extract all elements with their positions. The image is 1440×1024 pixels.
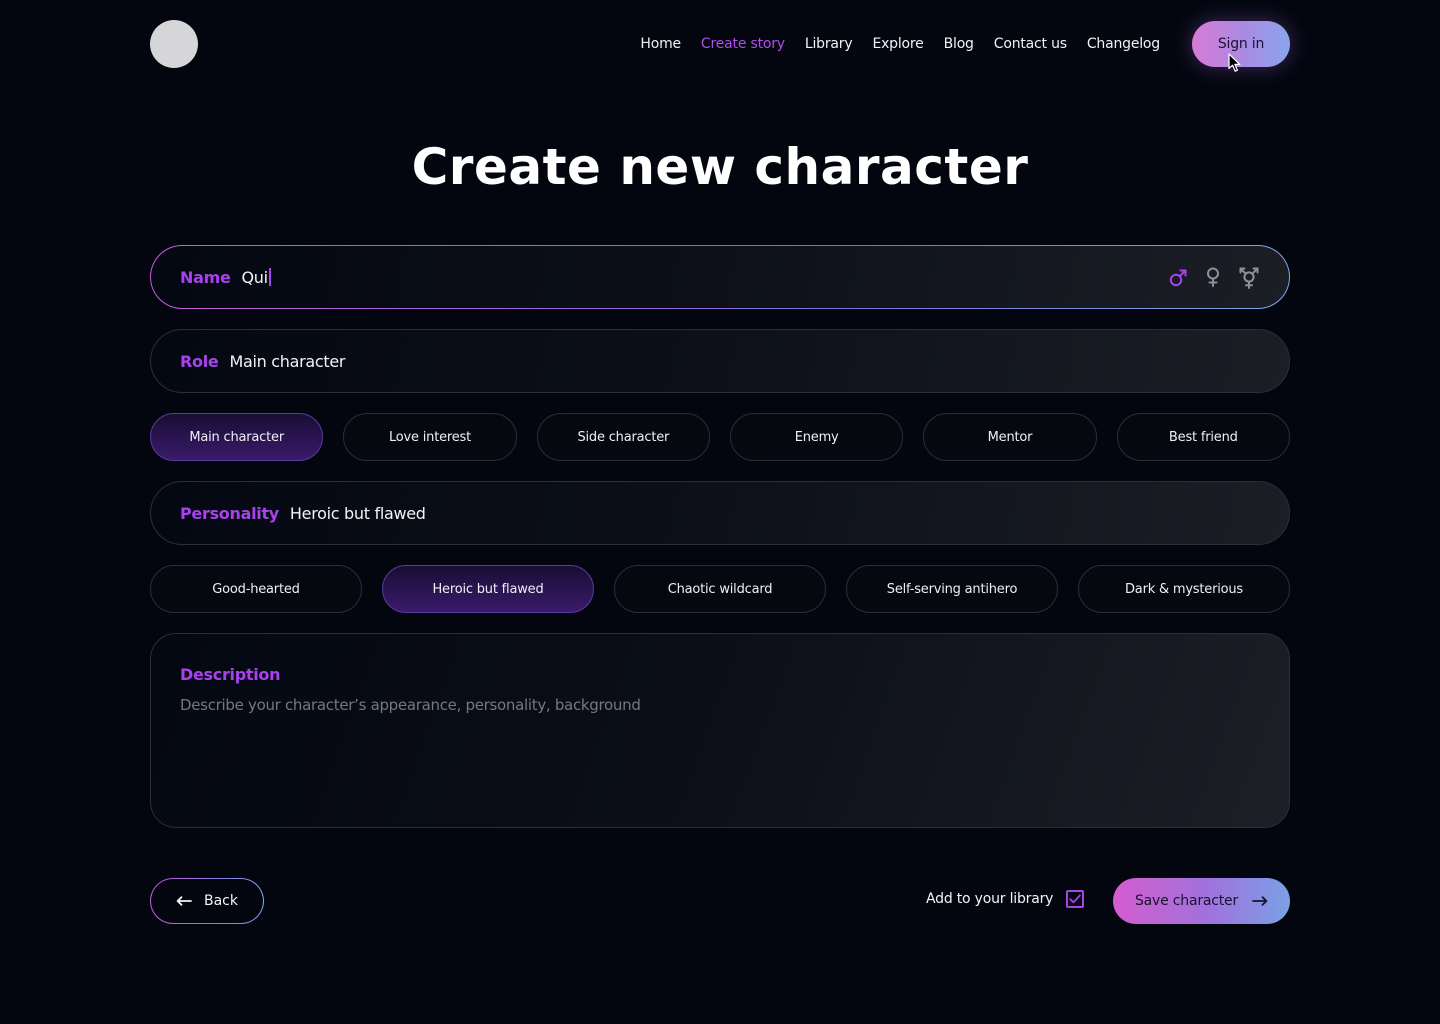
- name-value: Qui: [241, 267, 269, 287]
- description-field: Description: [150, 633, 1290, 828]
- personality-chip-dark-mysterious[interactable]: Dark & mysterious: [1078, 565, 1290, 613]
- mouse-cursor-icon: [1228, 53, 1241, 72]
- role-value[interactable]: Main character: [229, 352, 345, 371]
- add-to-library-toggle[interactable]: Add to your library: [926, 890, 1085, 908]
- personality-chip-self-serving-antihero[interactable]: Self-serving antihero: [846, 565, 1058, 613]
- role-options: Main character Love interest Side charac…: [150, 413, 1290, 461]
- save-character-label: Save character: [1134, 893, 1239, 909]
- female-icon[interactable]: [1203, 266, 1223, 290]
- transgender-icon[interactable]: [1237, 266, 1261, 290]
- name-label: Name: [180, 267, 231, 287]
- page-title: Create new character: [411, 138, 1029, 196]
- back-label: Back: [204, 893, 238, 909]
- role-chip-side-character[interactable]: Side character: [536, 413, 710, 461]
- role-chip-love-interest[interactable]: Love interest: [343, 413, 517, 461]
- description-input[interactable]: [180, 696, 1260, 796]
- add-to-library-label: Add to your library: [926, 891, 1054, 907]
- personality-chip-good-hearted[interactable]: Good-hearted: [150, 565, 362, 613]
- nav-contact-us[interactable]: Contact us: [994, 36, 1067, 52]
- personality-options: Good-hearted Heroic but flawed Chaotic w…: [150, 565, 1290, 613]
- arrow-left-icon: [176, 896, 192, 906]
- role-label: Role: [180, 351, 219, 371]
- gender-selector: [1169, 266, 1261, 290]
- save-character-button[interactable]: Save character: [1113, 878, 1290, 924]
- nav-home[interactable]: Home: [640, 36, 681, 52]
- personality-chip-chaotic-wildcard[interactable]: Chaotic wildcard: [614, 565, 826, 613]
- name-input[interactable]: Qui: [241, 267, 271, 287]
- nav-create-story[interactable]: Create story: [701, 36, 785, 52]
- nav-library[interactable]: Library: [805, 36, 853, 52]
- name-field[interactable]: Name Qui: [150, 245, 1290, 309]
- description-label: Description: [180, 665, 281, 684]
- logo[interactable]: [150, 20, 198, 68]
- add-to-library-checkbox[interactable]: [1066, 890, 1085, 908]
- role-chip-main-character[interactable]: Main character: [150, 413, 324, 461]
- back-button[interactable]: Back: [150, 878, 264, 924]
- arrow-right-icon: [1252, 896, 1268, 906]
- nav-changelog[interactable]: Changelog: [1087, 36, 1160, 52]
- nav-blog[interactable]: Blog: [944, 36, 974, 52]
- role-chip-enemy[interactable]: Enemy: [729, 413, 904, 461]
- personality-value[interactable]: Heroic but flawed: [290, 504, 426, 523]
- role-chip-mentor[interactable]: Mentor: [923, 413, 1097, 461]
- male-icon[interactable]: [1169, 266, 1189, 290]
- role-chip-best-friend[interactable]: Best friend: [1116, 413, 1290, 461]
- personality-label: Personality: [180, 503, 279, 523]
- nav-explore[interactable]: Explore: [872, 36, 923, 52]
- personality-chip-heroic-but-flawed[interactable]: Heroic but flawed: [382, 565, 594, 613]
- main-nav: Home Create story Library Explore Blog C…: [620, 21, 1290, 67]
- site-header: Home Create story Library Explore Blog C…: [150, 20, 1290, 68]
- text-caret: [268, 267, 271, 286]
- role-field[interactable]: Role Main character: [150, 329, 1290, 393]
- personality-field[interactable]: Personality Heroic but flawed: [150, 481, 1290, 545]
- check-icon: [1069, 894, 1081, 904]
